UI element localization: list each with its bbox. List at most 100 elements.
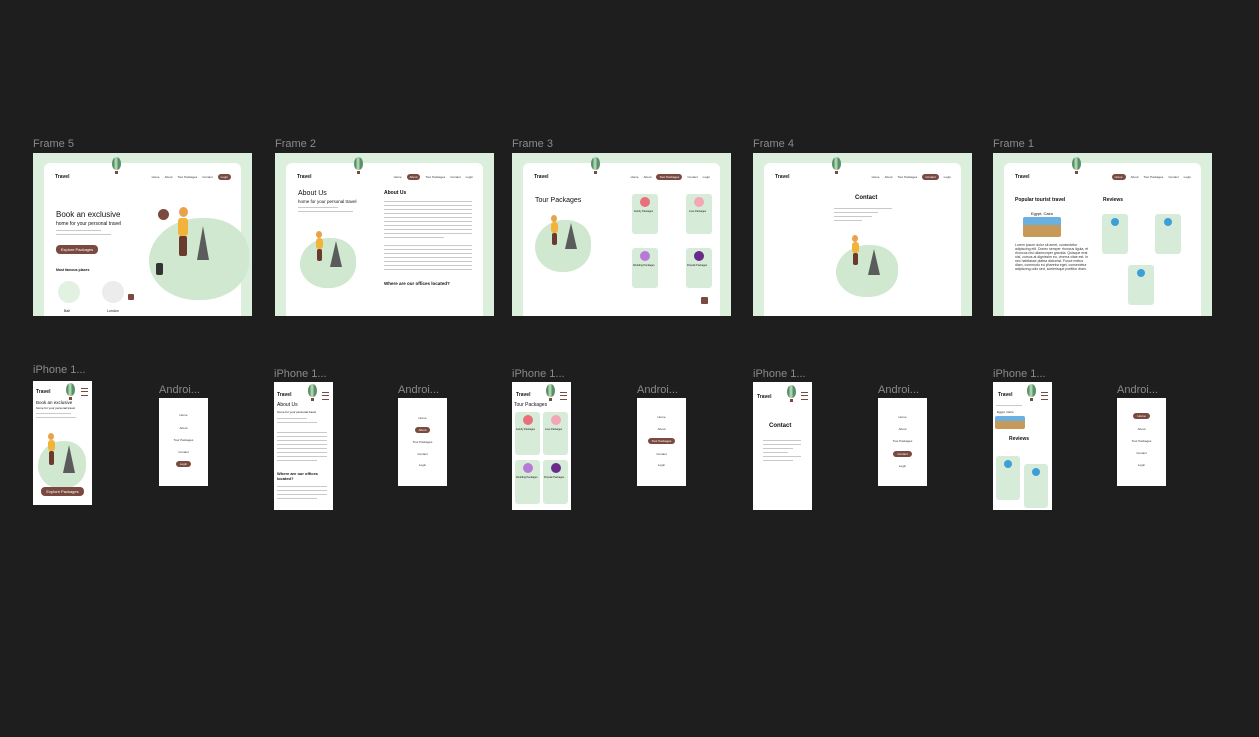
frame-label[interactable]: Frame 4 xyxy=(753,138,794,150)
frame-label[interactable]: Frame 3 xyxy=(512,138,553,150)
frame-label[interactable]: iPhone 1... xyxy=(274,368,327,380)
menu-contact[interactable]: Contact xyxy=(159,450,208,454)
iphone-frame-home-2[interactable]: Travel Egypt, Cairo Reviews xyxy=(993,382,1052,510)
android-menu[interactable]: Home About Tour Packages Contact Login xyxy=(878,398,927,486)
menu-home[interactable]: Home xyxy=(878,415,927,419)
menu-home[interactable]: Home xyxy=(159,413,208,417)
package-card-love[interactable]: Love Packages xyxy=(543,412,568,455)
android-menu[interactable]: Home About Tour Packages Contact Login xyxy=(398,398,447,486)
nav-about[interactable]: About xyxy=(885,175,893,179)
cairo-photo[interactable] xyxy=(1023,217,1061,237)
package-card-wedding[interactable]: Wedding Packages xyxy=(632,248,658,288)
review-card[interactable] xyxy=(1102,214,1128,254)
menu-tours[interactable]: Tour Packages xyxy=(159,438,208,442)
nav-home[interactable]: Home xyxy=(872,175,880,179)
nav-about[interactable]: About xyxy=(165,175,173,179)
frame-label[interactable]: Frame 5 xyxy=(33,138,74,150)
hamburger-menu-icon[interactable] xyxy=(560,392,567,400)
nav-home[interactable]: Home xyxy=(631,175,639,179)
menu-login[interactable]: Login xyxy=(1117,463,1166,467)
review-card[interactable] xyxy=(1128,265,1154,305)
nav-login[interactable]: Login xyxy=(1184,175,1191,179)
nav-contact[interactable]: Contact xyxy=(202,175,212,179)
package-card-popular[interactable]: Popular Packages xyxy=(686,248,712,288)
frame-label[interactable]: Androi... xyxy=(637,384,678,396)
menu-about[interactable]: About xyxy=(159,426,208,430)
nav-about[interactable]: About xyxy=(1131,175,1139,179)
nav-about[interactable]: About xyxy=(644,175,652,179)
nav-contact[interactable]: Contact xyxy=(1168,175,1178,179)
menu-tours[interactable]: Tour Packages xyxy=(878,439,927,443)
iphone-frame-contact[interactable]: Travel Contact xyxy=(753,382,812,510)
frame-2[interactable]: Travel Home About Tour Packages Contact … xyxy=(275,153,494,316)
frame-label[interactable]: Androi... xyxy=(878,384,919,396)
package-card-love[interactable]: Love Packages xyxy=(686,194,712,234)
menu-home[interactable]: Home xyxy=(637,415,686,419)
menu-contact[interactable]: Contact xyxy=(1117,451,1166,455)
frame-label[interactable]: Frame 2 xyxy=(275,138,316,150)
menu-login[interactable]: Login xyxy=(878,464,927,468)
frame-3[interactable]: Travel Home About Tour Packages Contact … xyxy=(512,153,731,316)
nav-tours[interactable]: Tour Packages xyxy=(656,174,683,180)
next-arrow-icon[interactable] xyxy=(701,297,708,304)
menu-about[interactable]: About xyxy=(878,427,927,431)
frame-5[interactable]: Travel Home About Tour Packages Contact … xyxy=(33,153,252,316)
hamburger-menu-icon[interactable] xyxy=(322,392,329,400)
iphone-frame-tours[interactable]: Travel Tour Packages Family Packages Lov… xyxy=(512,382,571,510)
bali-image[interactable] xyxy=(58,281,80,303)
iphone-frame-home[interactable]: Travel Book an exclusive home for your p… xyxy=(33,381,92,505)
menu-about[interactable]: About xyxy=(637,427,686,431)
nav-contact[interactable]: Contact xyxy=(687,175,697,179)
menu-about[interactable]: About xyxy=(1117,427,1166,431)
frame-label[interactable]: Androi... xyxy=(398,384,439,396)
review-card[interactable] xyxy=(996,456,1020,500)
menu-contact[interactable]: Contact xyxy=(878,451,927,457)
package-card-family[interactable]: Family Packages xyxy=(632,194,658,234)
frame-label[interactable]: iPhone 1... xyxy=(753,368,806,380)
frame-label[interactable]: Frame 1 xyxy=(993,138,1034,150)
explore-button[interactable]: Explore Packages xyxy=(56,245,98,254)
nav-home[interactable]: Home xyxy=(152,175,160,179)
nav-home[interactable]: Home xyxy=(1111,174,1126,180)
frame-label[interactable]: iPhone 1... xyxy=(512,368,565,380)
package-card-popular[interactable]: Popular Packages xyxy=(543,460,568,504)
android-menu[interactable]: Home About Tour Packages Contact Login xyxy=(1117,398,1166,486)
frame-label[interactable]: iPhone 1... xyxy=(993,368,1046,380)
package-card-family[interactable]: Family Packages xyxy=(515,412,540,455)
package-card-wedding[interactable]: Wedding Packages xyxy=(515,460,540,504)
frame-label[interactable]: Androi... xyxy=(1117,384,1158,396)
nav-tours[interactable]: Tour Packages xyxy=(425,175,445,179)
hamburger-menu-icon[interactable] xyxy=(801,392,808,400)
frame-4[interactable]: Travel Home About Tour Packages Contact … xyxy=(753,153,972,316)
nav-login[interactable]: Login xyxy=(944,175,951,179)
nav-contact[interactable]: Contact xyxy=(450,175,460,179)
hamburger-menu-icon[interactable] xyxy=(81,388,88,396)
menu-home[interactable]: Home xyxy=(1117,413,1166,419)
hamburger-menu-icon[interactable] xyxy=(1041,392,1048,400)
cairo-photo[interactable] xyxy=(995,416,1025,429)
frame-label[interactable]: Androi... xyxy=(159,384,200,396)
menu-login[interactable]: Login xyxy=(637,463,686,467)
menu-tours[interactable]: Tour Packages xyxy=(1117,439,1166,443)
android-menu[interactable]: Home About Tour Packages Contact Login xyxy=(637,398,686,486)
menu-contact[interactable]: Contact xyxy=(398,452,447,456)
london-image[interactable] xyxy=(102,281,124,303)
frame-1[interactable]: Travel Home About Tour Packages Contact … xyxy=(993,153,1212,316)
nav-contact[interactable]: Contact xyxy=(922,174,939,180)
review-card[interactable] xyxy=(1024,464,1048,508)
android-menu[interactable]: Home About Tour Packages Contact Login xyxy=(159,398,208,486)
menu-contact[interactable]: Contact xyxy=(637,452,686,456)
menu-tours[interactable]: Tour Packages xyxy=(398,440,447,444)
nav-tours[interactable]: Tour Packages xyxy=(177,175,197,179)
menu-login[interactable]: Login xyxy=(159,461,208,467)
explore-button[interactable]: Explore Packages xyxy=(41,487,84,496)
menu-tours[interactable]: Tour Packages xyxy=(637,438,686,444)
nav-home[interactable]: Home xyxy=(394,175,402,179)
nav-login[interactable]: Login xyxy=(703,175,710,179)
nav-tours[interactable]: Tour Packages xyxy=(897,175,917,179)
menu-login[interactable]: Login xyxy=(398,463,447,467)
nav-login[interactable]: Login xyxy=(217,174,231,180)
next-arrow-icon[interactable] xyxy=(128,294,134,300)
nav-about[interactable]: About xyxy=(406,174,421,180)
iphone-frame-about[interactable]: Travel About Us home for your personal t… xyxy=(274,382,333,510)
